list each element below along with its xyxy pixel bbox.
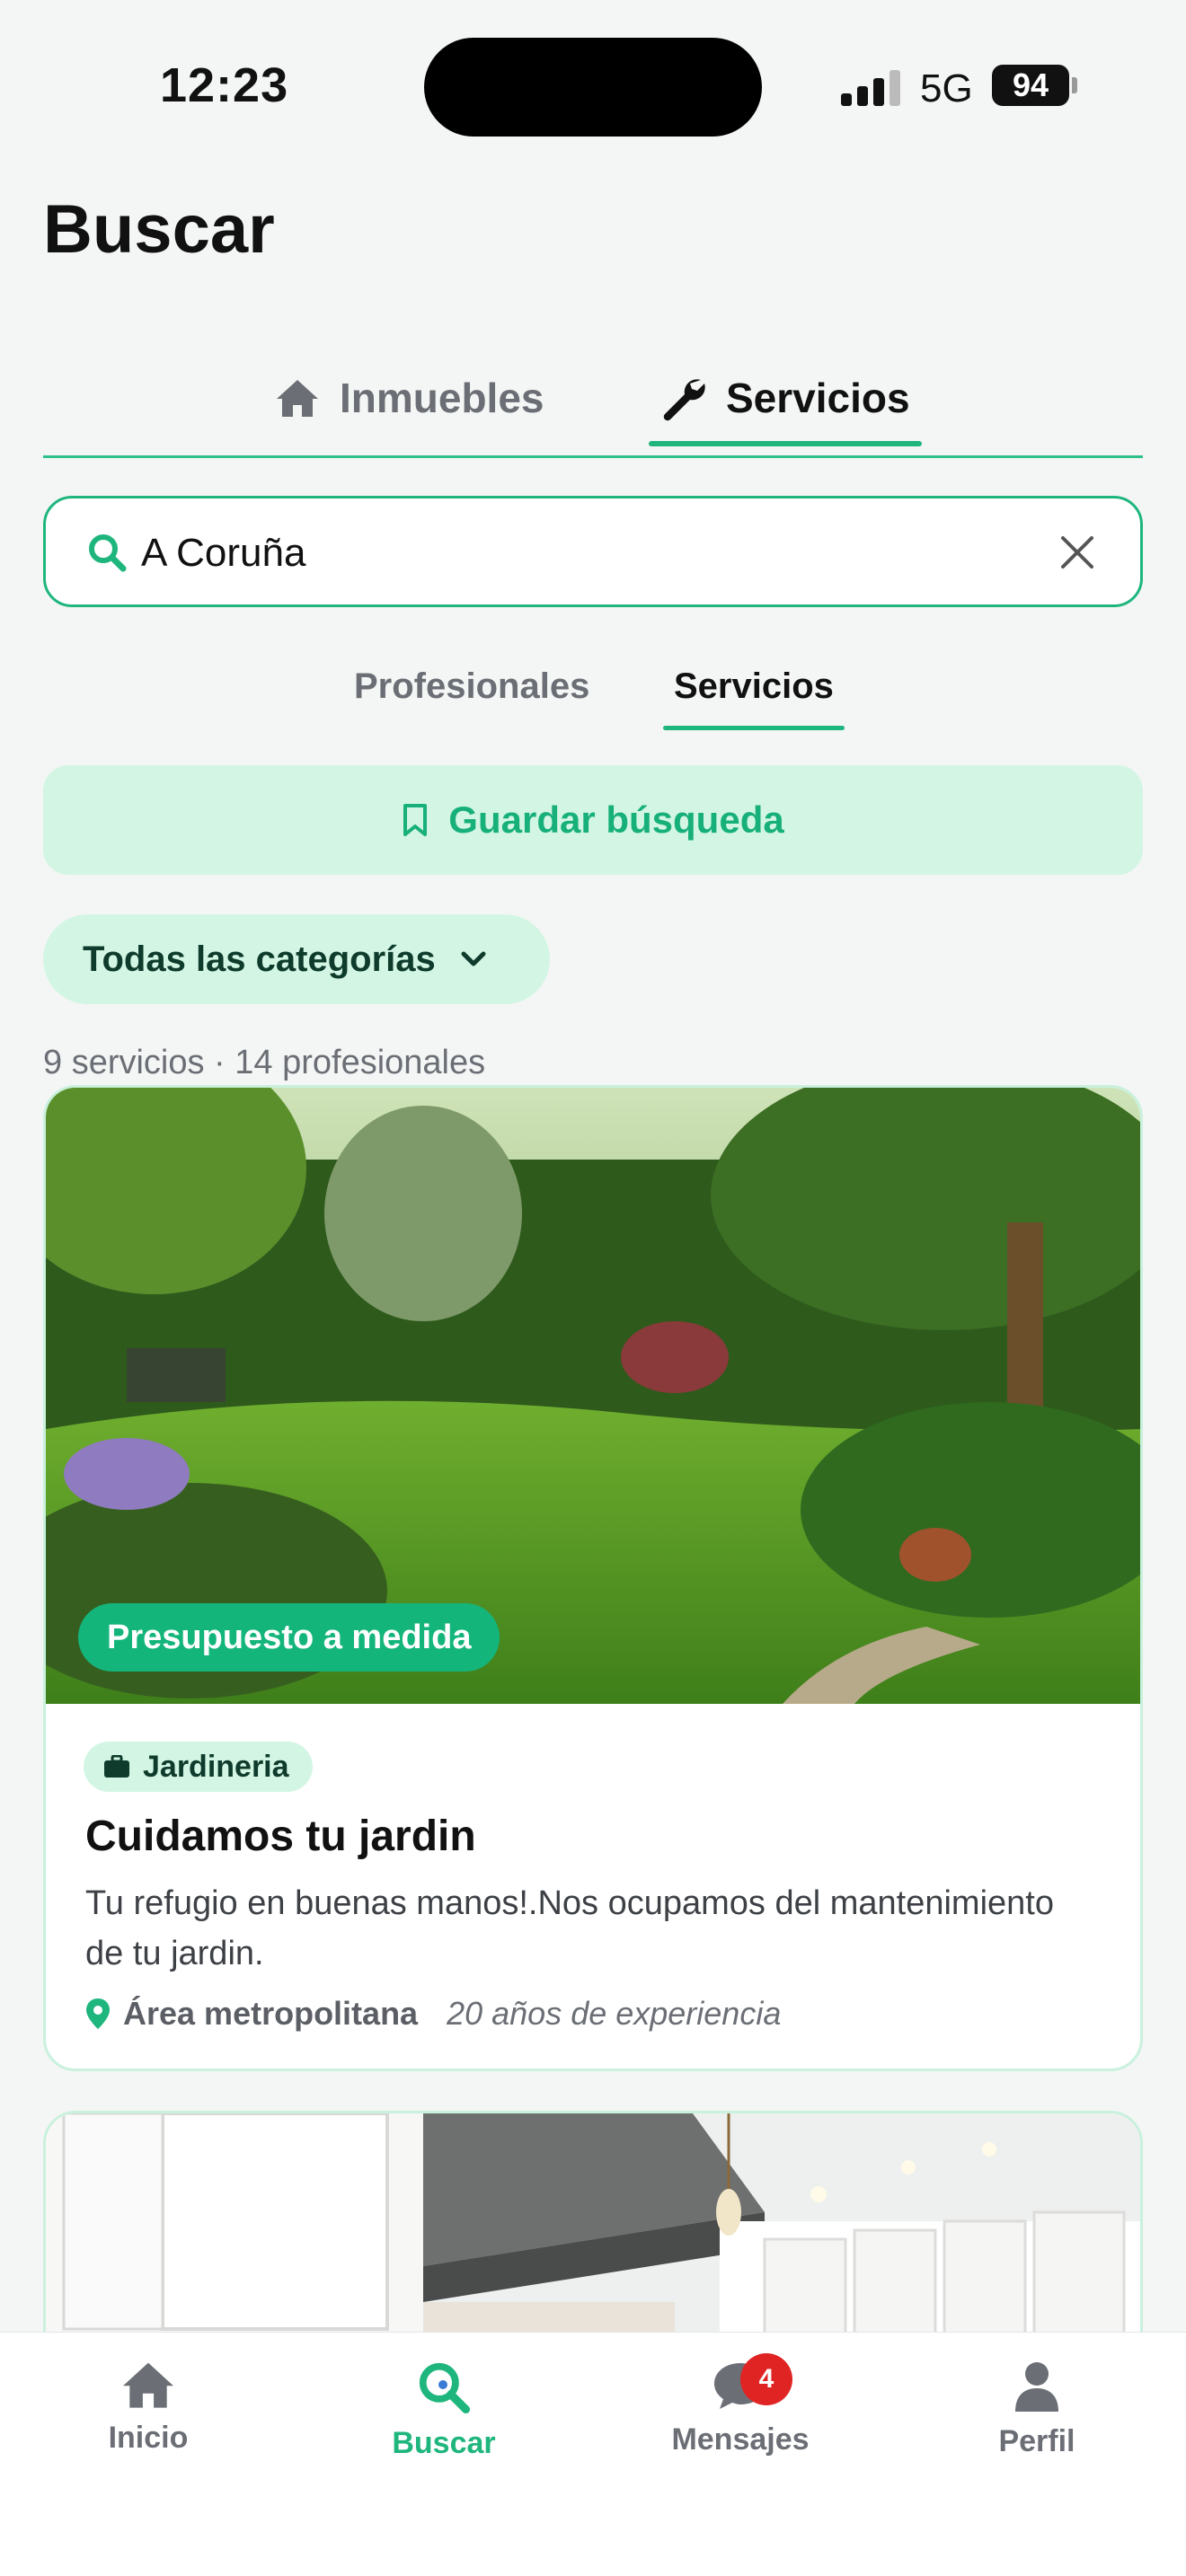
category-filter-label: Todas las categorías [83,939,436,979]
category-tag: Jardineria [84,1742,313,1792]
card-meta: Área metropolitana 20 años de experienci… [85,1995,781,2033]
location-pin-icon [86,1998,110,2029]
tab-active-indicator [649,441,922,446]
close-icon[interactable] [1056,531,1099,574]
page-title: Buscar [43,191,275,268]
results-summary: 9 servicios · 14 profesionales [43,1044,486,1081]
card-title: Cuidamos tu jardin [85,1813,476,1860]
category-filter-dropdown[interactable]: Todas las categorías [43,914,550,1004]
battery-icon: 94 [992,65,1069,106]
card-area: Área metropolitana [123,1995,419,2032]
subtab-active-indicator [663,726,845,730]
home-icon [123,2362,173,2408]
messages-badge: 4 [740,2353,792,2405]
bookmark-icon [403,804,428,836]
price-badge: Presupuesto a medida [78,1603,500,1672]
card-experience: 20 años de experiencia [447,1995,782,2032]
main-tabs: Inmuebles Servicios [43,341,1143,458]
search-icon [89,534,127,572]
nav-buscar-label: Buscar [392,2426,496,2460]
subtab-profesionales[interactable]: Profesionales [354,666,589,707]
search-input[interactable] [141,531,950,576]
tab-servicios-label: Servicios [726,375,910,421]
nav-inicio[interactable]: Inicio [58,2360,238,2456]
category-tag-label: Jardineria [143,1749,289,1784]
sub-tabs: Profesionales Servicios [0,650,1186,740]
service-card[interactable]: Presupuesto a medida Jardineria Cuidamos… [43,1085,1143,2071]
nav-inicio-label: Inicio [108,2421,189,2455]
bottom-nav: Inicio Buscar Mensajes Perfil [0,2332,1186,2576]
status-time: 12:23 [160,58,289,112]
nav-mensajes-label: Mensajes [671,2422,810,2457]
tab-inmuebles-label: Inmuebles [340,375,544,421]
status-bar: 12:23 5G 94 [0,0,1186,171]
dynamic-island [424,38,762,137]
subtab-servicios[interactable]: Servicios [674,666,834,707]
signal-icon [841,70,900,106]
tab-servicios[interactable]: Servicios [659,357,910,438]
user-icon [1015,2362,1058,2412]
wrench-icon [663,379,705,421]
save-search-button[interactable]: Guardar búsqueda [43,765,1143,875]
save-search-label: Guardar búsqueda [448,798,784,841]
nav-buscar[interactable]: Buscar [354,2360,534,2461]
nav-perfil-label: Perfil [998,2424,1075,2458]
nav-perfil[interactable]: Perfil [947,2360,1127,2459]
chevron-down-icon [461,951,486,966]
home-icon [277,380,318,417]
battery-tip [1072,77,1077,93]
nav-active-dot [438,2380,447,2389]
search-field[interactable] [43,496,1143,607]
card-description: Tu refugio en buenas manos!.Nos ocupamos… [85,1884,1054,1972]
briefcase-icon [104,1755,129,1778]
network-label: 5G [920,66,973,110]
tab-inmuebles[interactable]: Inmuebles [275,357,544,438]
